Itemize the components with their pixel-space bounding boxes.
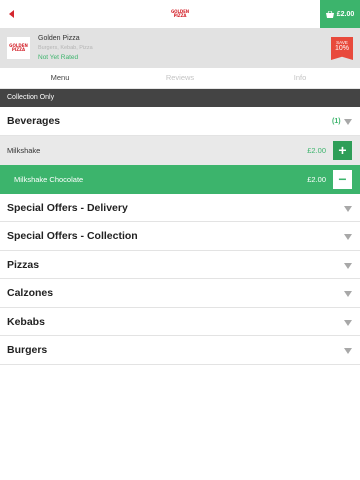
category-label: Pizzas: [7, 258, 40, 271]
tab-info[interactable]: Info: [240, 68, 360, 88]
restaurant-rating[interactable]: Not Yet Rated: [38, 54, 78, 61]
category-count: (1): [332, 118, 341, 125]
category-beverages[interactable]: Beverages (1): [0, 107, 360, 136]
chevron-down-icon: [344, 348, 352, 354]
top-bar: GOLDEN PIZZA £2.00: [0, 0, 360, 28]
category-kebabs[interactable]: Kebabs: [0, 307, 360, 336]
remove-item-button[interactable]: −: [333, 169, 352, 189]
item-name: Milkshake Chocolate: [14, 174, 84, 184]
tab-reviews[interactable]: Reviews: [120, 68, 240, 88]
back-arrow-icon[interactable]: [6, 8, 18, 20]
item-price: £2.00: [307, 174, 326, 184]
restaurant-logo-line2: PIZZA: [11, 47, 26, 52]
category-label: Special Offers - Collection: [7, 230, 138, 242]
basket-total: £2.00: [336, 10, 355, 18]
tab-bar: Menu Reviews Info: [0, 68, 360, 89]
category-label: Kebabs: [7, 315, 45, 328]
category-special-offers-delivery[interactable]: Special Offers - Delivery: [0, 193, 360, 222]
chevron-down-icon: [344, 205, 352, 212]
add-item-button[interactable]: +: [333, 140, 352, 160]
category-pizzas[interactable]: Pizzas: [0, 250, 360, 279]
brand-logo: GOLDEN PIZZA: [170, 10, 190, 18]
menu-item-milkshake[interactable]: Milkshake £2.00 +: [0, 135, 360, 165]
chevron-down-icon: [344, 319, 352, 326]
save-discount-badge: SAVE 10%: [331, 37, 353, 60]
category-label: Burgers: [7, 344, 48, 356]
category-special-offers-collection[interactable]: Special Offers - Collection: [0, 222, 360, 251]
save-badge-value: 10%: [334, 45, 349, 52]
chevron-down-icon: [344, 262, 352, 269]
restaurant-cuisine: Burgers, Kebab, Pizza: [38, 45, 93, 51]
item-price: £2.00: [307, 145, 326, 155]
menu-item-milkshake-chocolate[interactable]: Milkshake Chocolate £2.00 −: [0, 164, 360, 194]
chevron-down-icon: [344, 119, 352, 125]
category-label: Special Offers - Delivery: [7, 201, 128, 214]
tab-menu[interactable]: Menu: [0, 68, 120, 88]
restaurant-name: Golden Pizza: [38, 35, 80, 42]
chevron-down-icon: [344, 291, 352, 297]
item-name: Milkshake: [7, 145, 41, 155]
category-label: Calzones: [7, 287, 54, 299]
category-label: Beverages: [7, 115, 61, 127]
brand-logo-line2: PIZZA: [173, 13, 187, 18]
basket-button[interactable]: £2.00: [320, 0, 360, 28]
category-burgers[interactable]: Burgers: [0, 336, 360, 365]
chevron-down-icon: [344, 234, 352, 240]
menu-list: Beverages (1) Milkshake £2.00 + Milkshak…: [0, 107, 360, 365]
basket-icon: [325, 10, 334, 18]
collection-only-banner: Collection Only: [0, 89, 360, 107]
restaurant-header: GOLDEN PIZZA Golden Pizza Burgers, Kebab…: [0, 28, 360, 68]
category-calzones[interactable]: Calzones: [0, 279, 360, 308]
restaurant-logo: GOLDEN PIZZA: [7, 37, 30, 59]
